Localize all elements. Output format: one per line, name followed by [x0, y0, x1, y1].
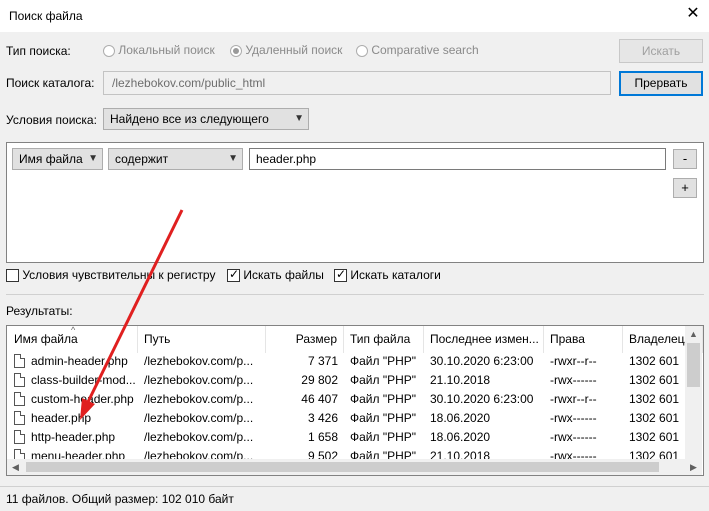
annotation-arrow-line: [84, 209, 184, 407]
annotation-arrow: [80, 209, 184, 420]
annotation-arrow-head: [80, 398, 95, 420]
